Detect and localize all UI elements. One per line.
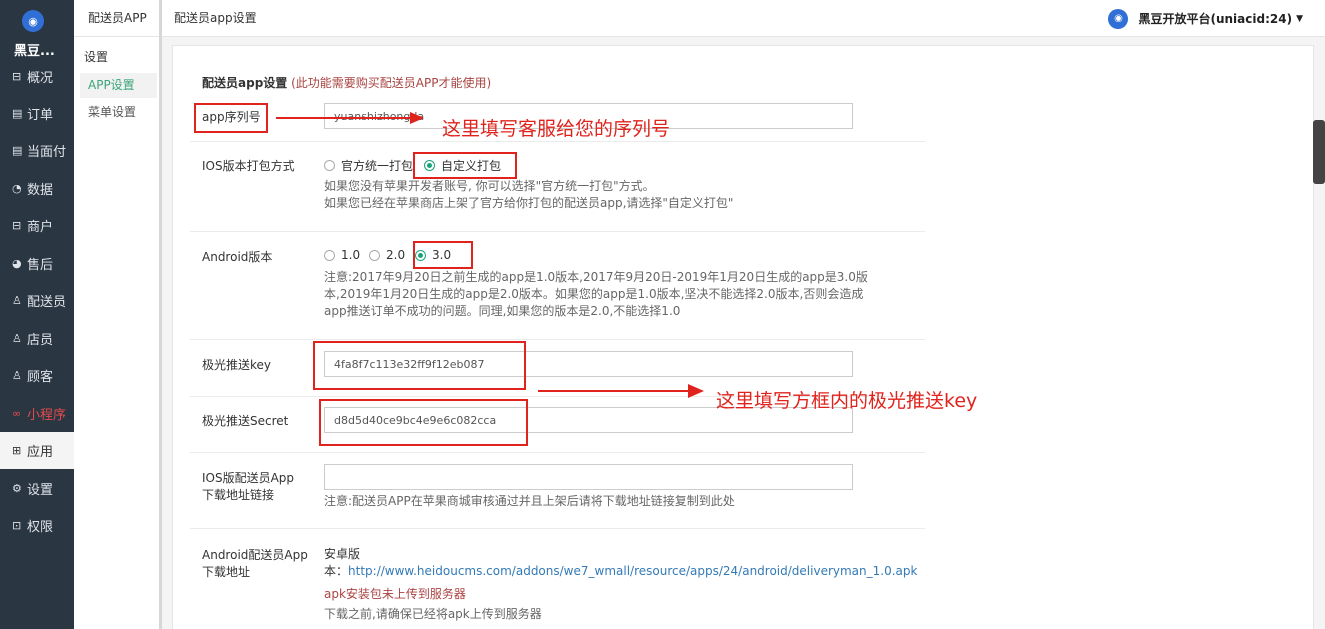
annotation-serial-note: 这里填写客服给您的序列号 [442,118,671,140]
app-root: ◉ 黑豆... ⊟ 概况 ▤ 订单 ▤ 当面付 ◔ 数据 ⊟ 商户 ◕ 售后 ♙ 配送员 ♙ 店员 ♙ 顾客 ∞ 小程… [0,0,1325,629]
arrow-jpush-icon [538,384,704,398]
annotation-jpush-note: 这里填写方框内的极光推送key [716,390,978,412]
annotation-arrows [276,112,704,398]
arrow-serial-icon [276,112,424,124]
